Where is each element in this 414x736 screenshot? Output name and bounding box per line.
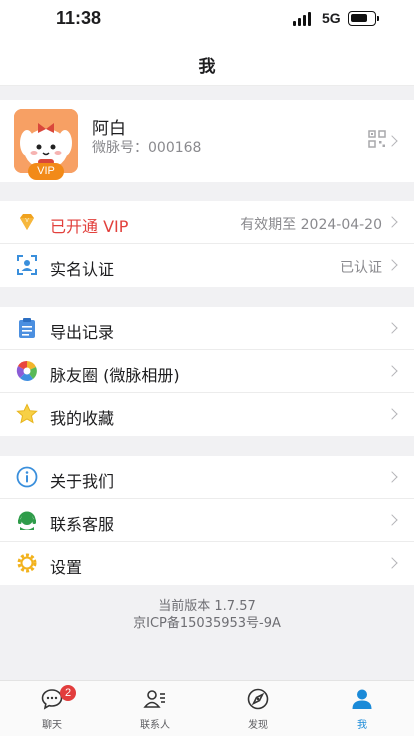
tab-bar: 2 聊天 联系人 发现 我 — [0, 680, 414, 736]
tab-chat-label: 聊天 — [42, 720, 62, 731]
profile-card[interactable]: VIP — [0, 100, 414, 182]
page-title: 我 — [198, 57, 216, 77]
person-icon — [352, 689, 372, 709]
chevron-right-icon — [386, 259, 398, 271]
chevron-right-icon — [386, 408, 398, 420]
chevron-right-icon — [386, 471, 398, 483]
export-records-row[interactable]: 导出记录 — [0, 307, 414, 350]
network-label: 5G — [322, 10, 341, 26]
vip-group: V 已开通 VIP 有效期至 2024-04-20 实名认证 已认证 — [0, 201, 414, 287]
gear-icon — [17, 553, 37, 573]
about-us-label: 关于我们 — [50, 472, 115, 491]
settings-label: 设置 — [50, 558, 83, 577]
id-scan-icon — [17, 255, 37, 275]
chevron-right-icon — [386, 135, 398, 147]
settings-row[interactable]: 设置 — [0, 542, 414, 585]
vip-row[interactable]: V 已开通 VIP 有效期至 2024-04-20 — [0, 201, 414, 244]
tab-discover[interactable]: 发现 — [206, 681, 310, 736]
chevron-right-icon — [386, 365, 398, 377]
chevron-right-icon — [386, 322, 398, 334]
user-id: 微脉号：000168 — [92, 140, 202, 156]
chevron-right-icon — [386, 557, 398, 569]
status-time: 11:38 — [56, 8, 102, 28]
contacts-icon — [143, 690, 165, 708]
signal-icon — [293, 12, 315, 26]
tab-contacts-label: 联系人 — [140, 720, 170, 731]
chevron-right-icon — [386, 514, 398, 526]
version-info: 当前版本 1.7.57 京ICP备15035953号-9A — [0, 598, 414, 632]
favorites-label: 我的收藏 — [50, 409, 115, 428]
vip-label: 已开通 VIP — [50, 217, 129, 236]
nav-bar: 我 — [0, 38, 414, 86]
real-name-status: 已认证 — [340, 260, 382, 276]
tab-contacts[interactable]: 联系人 — [103, 681, 207, 736]
tab-me[interactable]: 我 — [310, 681, 414, 736]
tab-me-label: 我 — [357, 720, 367, 731]
customer-service-row[interactable]: 联系客服 — [0, 499, 414, 542]
vip-expiry: 有效期至 2024-04-20 — [240, 217, 382, 233]
status-bar: 11:38 5G — [0, 0, 414, 38]
pinwheel-icon — [16, 360, 37, 381]
document-icon — [19, 318, 35, 338]
content-group: 导出记录 脉友圈 (微脉相册) 我的收藏 — [0, 307, 414, 436]
icp-text: 京ICP备15035953号-9A — [133, 616, 281, 631]
chevron-right-icon — [386, 216, 398, 228]
real-name-label: 实名认证 — [50, 260, 115, 279]
favorites-row[interactable]: 我的收藏 — [0, 393, 414, 436]
export-records-label: 导出记录 — [50, 323, 115, 342]
compass-icon — [247, 688, 269, 710]
unread-badge: 2 — [60, 685, 76, 701]
star-icon — [16, 403, 38, 424]
headset-icon — [18, 511, 36, 530]
tab-discover-label: 发现 — [248, 720, 268, 731]
version-text: 当前版本 1.7.57 — [158, 599, 256, 614]
qr-code-icon[interactable] — [368, 130, 386, 148]
diamond-icon: V — [20, 214, 34, 230]
moments-row[interactable]: 脉友圈 (微脉相册) — [0, 350, 414, 393]
info-icon — [16, 466, 38, 488]
settings-group: 关于我们 联系客服 设置 — [0, 456, 414, 585]
vip-badge: VIP — [28, 163, 64, 180]
battery-icon — [348, 11, 379, 26]
customer-service-label: 联系客服 — [50, 515, 115, 534]
user-name: 阿白 — [92, 119, 126, 139]
real-name-row[interactable]: 实名认证 已认证 — [0, 244, 414, 287]
tab-chat[interactable]: 2 聊天 — [0, 681, 104, 736]
moments-label: 脉友圈 (微脉相册) — [50, 366, 180, 385]
about-us-row[interactable]: 关于我们 — [0, 456, 414, 499]
